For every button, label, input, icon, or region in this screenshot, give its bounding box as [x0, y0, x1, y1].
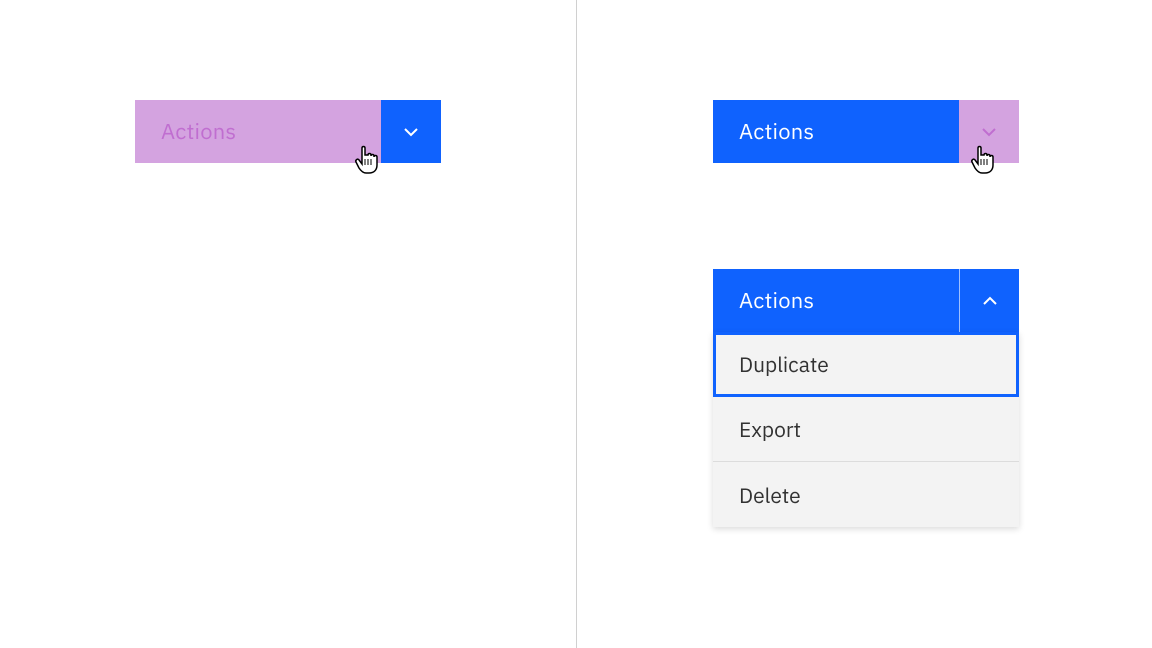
- menu-item-label: Duplicate: [739, 350, 829, 378]
- menu-item-delete[interactable]: Delete: [713, 462, 1019, 527]
- menu-item-duplicate[interactable]: Duplicate: [713, 332, 1019, 397]
- split-button-left: Actions: [135, 100, 441, 163]
- chevron-down-icon: [980, 123, 998, 141]
- panel-divider: [576, 0, 577, 648]
- split-button-label: Actions: [739, 117, 814, 146]
- split-button-right-closed: Actions: [713, 100, 1019, 163]
- split-button-trigger[interactable]: [381, 100, 441, 163]
- menu-item-label: Export: [739, 415, 801, 443]
- split-button-right-open: Actions: [713, 269, 1019, 332]
- menu-item-label: Delete: [739, 481, 801, 509]
- split-button-trigger[interactable]: [959, 100, 1019, 163]
- split-button-main[interactable]: Actions: [713, 100, 959, 163]
- chevron-down-icon: [402, 123, 420, 141]
- split-button-label: Actions: [161, 117, 236, 146]
- split-button-main[interactable]: Actions: [135, 100, 381, 163]
- menu-item-export[interactable]: Export: [713, 397, 1019, 462]
- split-button-main[interactable]: Actions: [713, 269, 959, 332]
- actions-menu: Duplicate Export Delete: [713, 332, 1019, 527]
- split-button-label: Actions: [739, 286, 814, 315]
- chevron-up-icon: [981, 292, 999, 310]
- split-button-trigger[interactable]: [959, 269, 1019, 332]
